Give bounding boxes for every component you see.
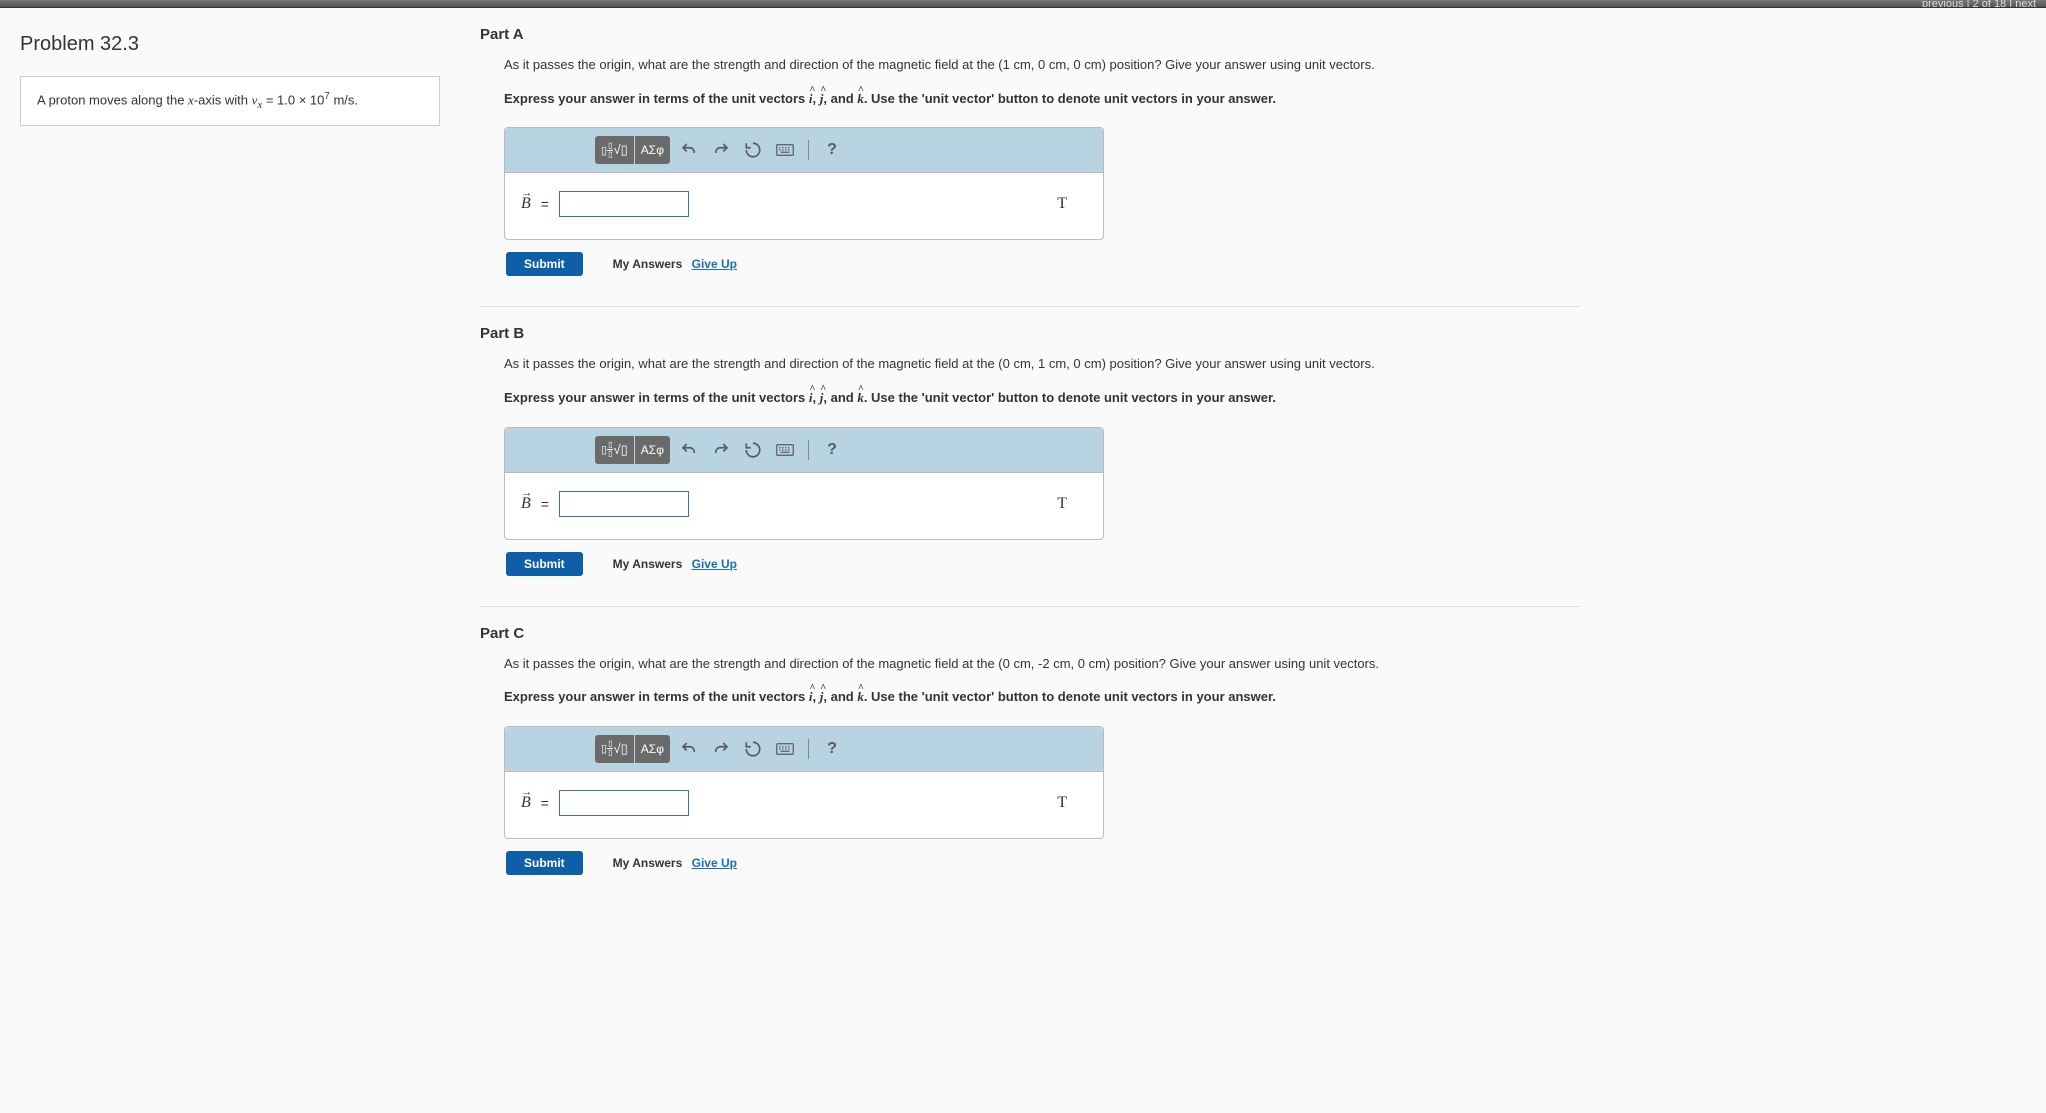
toolbar-separator — [808, 440, 809, 460]
nav-previous[interactable]: previous — [1922, 0, 1964, 8]
submit-button[interactable]: Submit — [506, 552, 583, 576]
reset-icon — [744, 740, 762, 758]
reset-button[interactable] — [740, 735, 766, 763]
answer-box: ▯▯▯√▯ ΑΣφ — [504, 427, 1104, 540]
answer-input[interactable] — [559, 790, 689, 816]
reset-icon — [744, 141, 762, 159]
answer-box: ▯▯▯√▯ ΑΣφ — [504, 726, 1104, 839]
answer-input[interactable] — [559, 191, 689, 217]
help-button[interactable]: ? — [819, 436, 845, 464]
undo-icon — [680, 141, 698, 159]
my-answers-label: My Answers — [613, 257, 683, 271]
template-tool-button[interactable]: ▯▯▯√▯ — [595, 436, 634, 464]
redo-button[interactable] — [708, 735, 734, 763]
unit-label: T — [1057, 195, 1087, 213]
problem-part: Part B As it passes the origin, what are… — [480, 306, 1580, 575]
part-header: Part A — [480, 26, 1580, 43]
root-icon: √▯ — [613, 741, 627, 757]
undo-button[interactable] — [676, 735, 702, 763]
give-up-link[interactable]: Give Up — [692, 856, 737, 870]
help-button[interactable]: ? — [819, 136, 845, 164]
help-button[interactable]: ? — [819, 735, 845, 763]
variable-label: B — [521, 195, 531, 213]
submit-button[interactable]: Submit — [506, 851, 583, 875]
root-icon: √▯ — [613, 442, 627, 458]
give-up-link[interactable]: Give Up — [692, 557, 737, 571]
part-instruction: Express your answer in terms of the unit… — [504, 388, 1580, 409]
equation-toolbar: ▯▯▯√▯ ΑΣφ — [505, 727, 1103, 772]
equals-sign: = — [541, 496, 549, 512]
keyboard-button[interactable] — [772, 136, 798, 164]
problem-title: Problem 32.3 — [20, 33, 440, 56]
answer-links: My Answers Give Up — [613, 257, 737, 271]
template-tool-button[interactable]: ▯▯▯√▯ — [595, 735, 634, 763]
top-nav-bar: previous | 2 of 18 | next — [0, 0, 2046, 8]
nav-next[interactable]: next — [2015, 0, 2036, 8]
equals-sign: = — [541, 795, 549, 811]
keyboard-icon — [776, 443, 794, 457]
nav-position: 2 of 18 — [1973, 0, 2007, 8]
redo-icon — [712, 141, 730, 159]
submit-button[interactable]: Submit — [506, 252, 583, 276]
reset-icon — [744, 441, 762, 459]
keyboard-button[interactable] — [772, 735, 798, 763]
part-instruction: Express your answer in terms of the unit… — [504, 89, 1580, 110]
toolbar-separator — [808, 739, 809, 759]
equation-toolbar: ▯▯▯√▯ ΑΣφ — [505, 128, 1103, 173]
toolbar-separator — [808, 140, 809, 160]
undo-icon — [680, 740, 698, 758]
my-answers-label: My Answers — [613, 557, 683, 571]
problem-description: A proton moves along the x-axis with vx … — [20, 76, 440, 126]
my-answers-label: My Answers — [613, 856, 683, 870]
answer-links: My Answers Give Up — [613, 856, 737, 870]
answer-links: My Answers Give Up — [613, 557, 737, 571]
keyboard-icon — [776, 143, 794, 157]
variable-label: B — [521, 495, 531, 513]
redo-button[interactable] — [708, 436, 734, 464]
answer-box: ▯▯▯√▯ ΑΣφ — [504, 127, 1104, 240]
greek-symbols-button[interactable]: ΑΣφ — [635, 136, 670, 164]
keyboard-icon — [776, 742, 794, 756]
part-question: As it passes the origin, what are the st… — [504, 354, 1580, 374]
problem-part: Part C As it passes the origin, what are… — [480, 606, 1580, 875]
root-icon: √▯ — [613, 142, 627, 158]
undo-button[interactable] — [676, 136, 702, 164]
part-instruction: Express your answer in terms of the unit… — [504, 687, 1580, 708]
answer-input[interactable] — [559, 491, 689, 517]
keyboard-button[interactable] — [772, 436, 798, 464]
unit-label: T — [1057, 495, 1087, 513]
variable-label: B — [521, 794, 531, 812]
template-tool-button[interactable]: ▯▯▯√▯ — [595, 136, 634, 164]
part-header: Part B — [480, 325, 1580, 342]
redo-icon — [712, 740, 730, 758]
undo-icon — [680, 441, 698, 459]
greek-symbols-button[interactable]: ΑΣφ — [635, 735, 670, 763]
give-up-link[interactable]: Give Up — [692, 257, 737, 271]
equals-sign: = — [541, 196, 549, 212]
redo-icon — [712, 441, 730, 459]
part-header: Part C — [480, 625, 1580, 642]
part-question: As it passes the origin, what are the st… — [504, 654, 1580, 674]
reset-button[interactable] — [740, 436, 766, 464]
greek-symbols-button[interactable]: ΑΣφ — [635, 436, 670, 464]
undo-button[interactable] — [676, 436, 702, 464]
problem-part: Part A As it passes the origin, what are… — [480, 26, 1580, 276]
reset-button[interactable] — [740, 136, 766, 164]
unit-label: T — [1057, 794, 1087, 812]
redo-button[interactable] — [708, 136, 734, 164]
equation-toolbar: ▯▯▯√▯ ΑΣφ — [505, 428, 1103, 473]
part-question: As it passes the origin, what are the st… — [504, 55, 1580, 75]
